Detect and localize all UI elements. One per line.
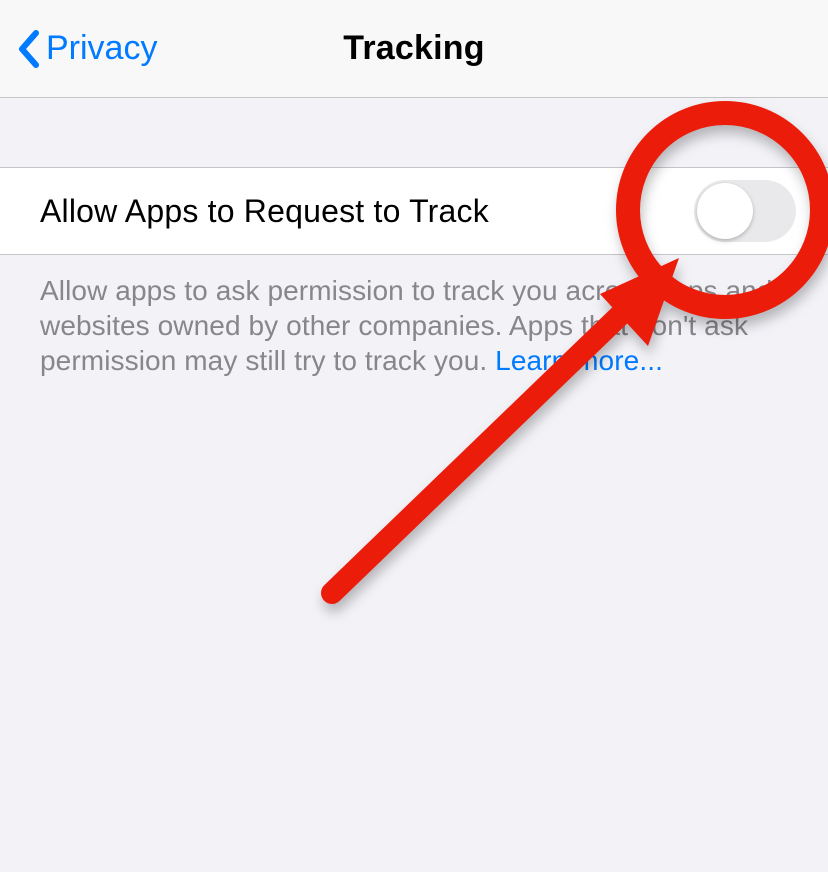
learn-more-link[interactable]: Learn more... xyxy=(495,345,663,376)
chevron-left-icon xyxy=(16,29,40,69)
setting-footer: Allow apps to ask permission to track yo… xyxy=(0,255,828,378)
back-button[interactable]: Privacy xyxy=(16,0,157,97)
page-title: Tracking xyxy=(343,29,484,68)
back-label: Privacy xyxy=(46,29,157,68)
allow-apps-to-track-toggle[interactable] xyxy=(694,180,796,242)
section-spacer xyxy=(0,98,828,167)
allow-apps-to-track-row: Allow Apps to Request to Track xyxy=(0,167,828,255)
setting-label: Allow Apps to Request to Track xyxy=(40,193,489,230)
nav-bar: Privacy Tracking xyxy=(0,0,828,98)
toggle-knob xyxy=(697,183,753,239)
